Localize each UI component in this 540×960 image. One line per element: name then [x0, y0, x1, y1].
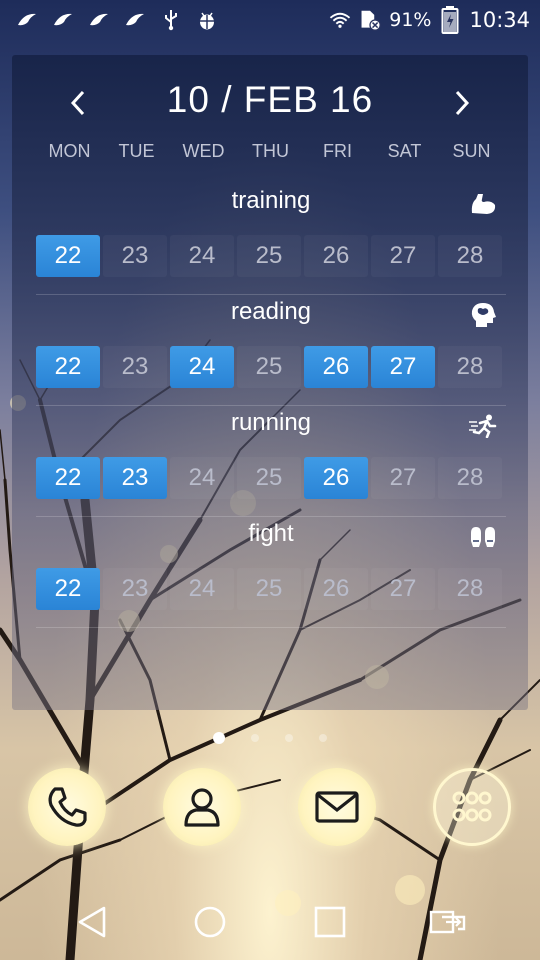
back-button[interactable] [70, 902, 114, 942]
bird-notification-icon [52, 9, 74, 31]
page-indicator [0, 732, 540, 744]
habit-row-running: running 22 23 24 25 26 27 28 [36, 409, 506, 519]
weekday-label: SUN [452, 141, 491, 161]
habit-name: reading [230, 298, 312, 325]
habit-name: training [231, 187, 311, 214]
weekday-label: FRI [323, 141, 352, 161]
home-button[interactable] [188, 902, 232, 942]
day-cell[interactable]: 23 [103, 457, 167, 499]
page-dot[interactable] [213, 732, 225, 744]
day-cell[interactable]: 27 [371, 568, 435, 610]
day-cell[interactable]: 25 [237, 568, 301, 610]
day-cell[interactable]: 24 [170, 568, 234, 610]
habit-row-training: training 22 23 24 25 26 27 28 [36, 187, 506, 297]
habit-days: 22 23 24 25 26 27 28 [36, 568, 502, 610]
habit-days: 22 23 24 25 26 27 28 [36, 235, 502, 277]
day-cell[interactable]: 26 [304, 235, 368, 277]
app-drawer-icon [452, 791, 492, 822]
page-dot[interactable] [285, 734, 293, 742]
navigation-bar [0, 884, 540, 960]
notification-icons [16, 9, 218, 31]
home-icon [194, 906, 226, 938]
habit-tracker-widget: 10 / FEB 16 MON TUE WED THU FRI SAT SUN … [12, 55, 528, 710]
widget-title: 10 / FEB 16 [166, 79, 374, 120]
weekday-header: MON TUE WED THU FRI SAT SUN [36, 141, 506, 162]
chevron-left-icon [70, 90, 85, 116]
row-divider [36, 627, 506, 628]
day-cell[interactable]: 26 [304, 568, 368, 610]
email-button[interactable] [298, 768, 376, 846]
usb-icon [160, 9, 182, 31]
boxing-gloves-icon [468, 522, 498, 552]
weekday-label: THU [252, 141, 289, 161]
previous-week-button[interactable] [58, 83, 98, 123]
clock-time: 10:34 [469, 8, 530, 32]
day-cell[interactable]: 24 [170, 346, 234, 388]
habit-days: 22 23 24 25 26 27 28 [36, 346, 502, 388]
habit-days: 22 23 24 25 26 27 28 [36, 457, 502, 499]
day-cell[interactable]: 27 [371, 346, 435, 388]
chevron-right-icon [455, 90, 470, 116]
widget-header: 10 / FEB 16 [12, 75, 528, 125]
brain-head-icon [468, 300, 498, 330]
day-cell[interactable]: 23 [103, 235, 167, 277]
day-cell[interactable]: 28 [438, 568, 502, 610]
battery-percent: 91% [389, 9, 432, 31]
row-divider [36, 405, 506, 406]
page-dot[interactable] [251, 734, 259, 742]
screen-mirror-button[interactable] [426, 902, 470, 942]
bird-notification-icon [88, 9, 110, 31]
weekday-label: SAT [387, 141, 422, 161]
runner-icon [468, 411, 498, 441]
day-cell[interactable]: 22 [36, 235, 100, 277]
day-cell[interactable]: 27 [371, 457, 435, 499]
status-bar: 91% 10:34 [0, 0, 540, 40]
bird-notification-icon [16, 9, 38, 31]
muscle-arm-icon [468, 189, 498, 219]
weekday-label: TUE [118, 141, 155, 161]
day-cell[interactable]: 25 [237, 346, 301, 388]
habit-name: fight [248, 520, 294, 547]
day-cell[interactable]: 23 [103, 568, 167, 610]
day-cell[interactable]: 25 [237, 235, 301, 277]
day-cell[interactable]: 22 [36, 346, 100, 388]
no-sim-icon [359, 9, 382, 31]
weekday-label: WED [182, 141, 225, 161]
page-dot[interactable] [319, 734, 327, 742]
phone-icon [48, 787, 87, 827]
day-cell[interactable]: 28 [438, 457, 502, 499]
contacts-button[interactable] [163, 768, 241, 846]
next-week-button[interactable] [442, 83, 482, 123]
day-cell[interactable]: 26 [304, 457, 368, 499]
day-cell[interactable]: 22 [36, 457, 100, 499]
email-icon [315, 791, 359, 823]
day-cell[interactable]: 24 [170, 457, 234, 499]
day-cell[interactable]: 28 [438, 346, 502, 388]
day-cell[interactable]: 22 [36, 568, 100, 610]
recents-icon [314, 906, 346, 938]
day-cell[interactable]: 27 [371, 235, 435, 277]
habit-name: running [230, 409, 312, 436]
android-debug-icon [196, 9, 218, 31]
day-cell[interactable]: 28 [438, 235, 502, 277]
day-cell[interactable]: 25 [237, 457, 301, 499]
recents-button[interactable] [308, 902, 352, 942]
battery-charging-icon [439, 6, 461, 34]
phone-button[interactable] [28, 768, 106, 846]
bird-notification-icon [124, 9, 146, 31]
wifi-icon [329, 9, 351, 31]
habit-row-reading: reading 22 23 24 25 26 27 28 [36, 298, 506, 408]
weekday-label: MON [48, 141, 91, 161]
habit-row-fight: fight 22 23 24 25 26 27 28 [36, 520, 506, 630]
screen-mirror-icon [429, 910, 466, 934]
day-cell[interactable]: 24 [170, 235, 234, 277]
day-cell[interactable]: 23 [103, 346, 167, 388]
contacts-icon [184, 788, 220, 827]
day-cell[interactable]: 26 [304, 346, 368, 388]
back-icon [78, 906, 106, 938]
row-divider [36, 516, 506, 517]
app-drawer-button[interactable] [433, 768, 511, 846]
row-divider [36, 294, 506, 295]
